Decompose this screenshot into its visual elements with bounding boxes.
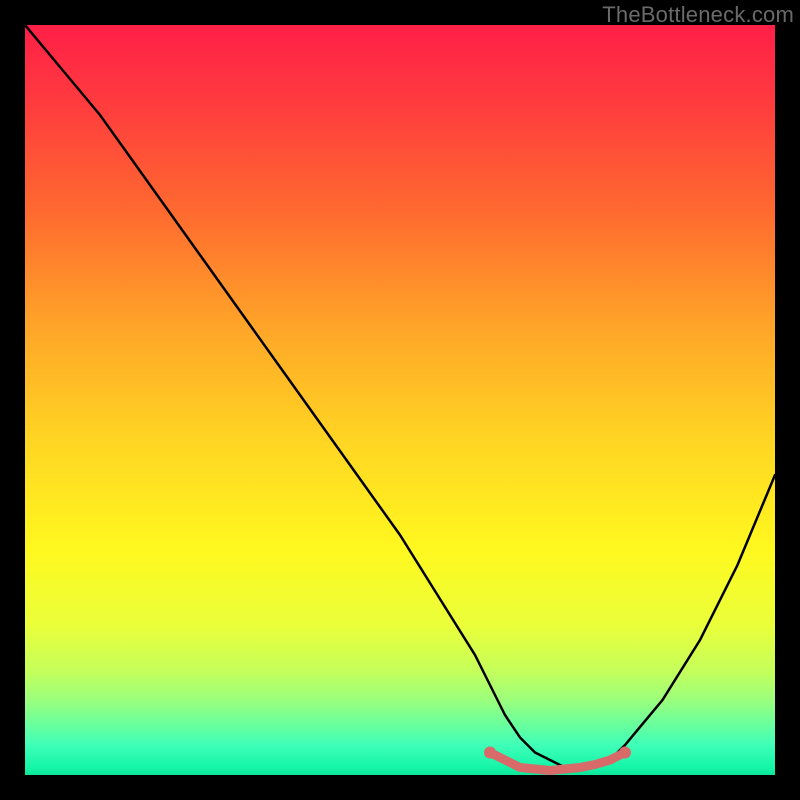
plot-area xyxy=(25,25,775,775)
gradient-background xyxy=(25,25,775,775)
chart-stage: TheBottleneck.com xyxy=(0,0,800,800)
